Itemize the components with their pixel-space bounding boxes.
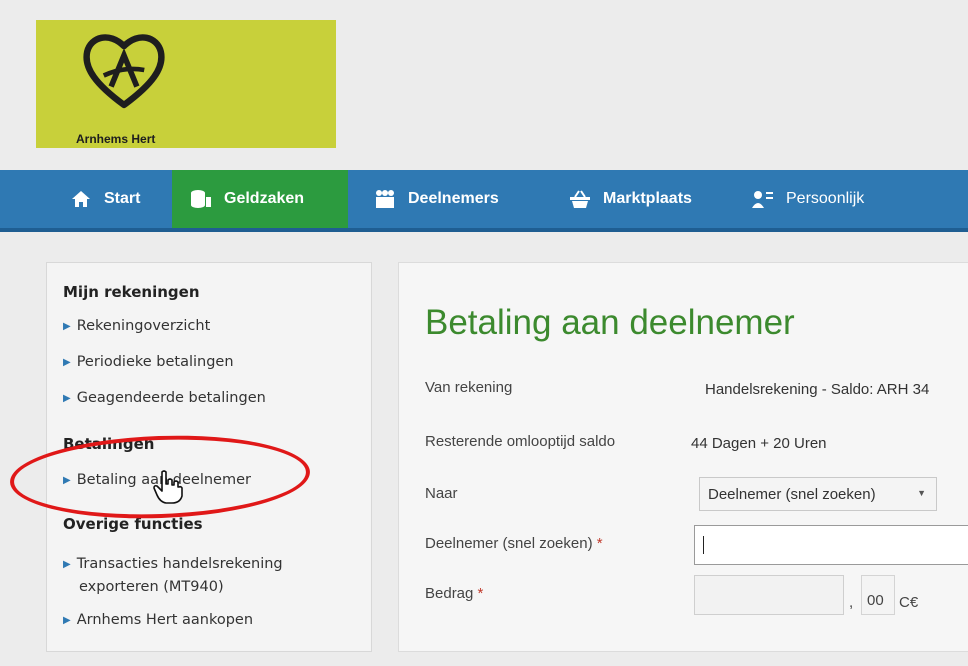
user-list-icon (752, 189, 774, 209)
nav-marktplaats-label: Marktplaats (603, 190, 692, 207)
triangle-right-icon: ▶ (63, 357, 71, 368)
brand-logo[interactable]: Arnhems Hert (36, 20, 336, 148)
bedrag-input[interactable] (694, 575, 844, 615)
currency-label: C€ (899, 594, 919, 611)
label-van-rekening: Van rekening (425, 379, 513, 396)
decimal-separator: , (849, 594, 854, 611)
naar-select[interactable]: Deelnemer (snel zoeken) ▼ (699, 477, 937, 511)
sidebar-link-transacties-exporteren[interactable]: ▶ Transacties handelsrekening exporteren … (63, 553, 283, 598)
sidebar-link-rekeningoverzicht[interactable]: ▶ Rekeningoverzicht (63, 315, 210, 338)
triangle-right-icon: ▶ (63, 615, 71, 626)
heart-logo-icon (83, 34, 165, 109)
people-icon (374, 189, 396, 209)
nav-persoonlijk[interactable]: Persoonlijk (738, 170, 938, 228)
nav-geldzaken-label: Geldzaken (224, 190, 305, 207)
nav-start[interactable]: Start (36, 170, 172, 228)
value-resterende-omlooptijd: 44 Dagen + 20 Uren (691, 435, 827, 452)
nav-geldzaken[interactable]: Geldzaken (172, 170, 348, 228)
logo-text: Arnhems Hert (76, 132, 156, 146)
main-nav: Start Geldzaken Deelnemers Marktplaats P… (0, 170, 968, 232)
coins-icon (190, 189, 212, 209)
label-deelnemer-text: Deelnemer (snel zoeken) (425, 535, 593, 552)
required-mark: * (477, 585, 484, 602)
sidebar-link-label: Arnhems Hert aankopen (76, 612, 254, 628)
caret-down-icon: ▼ (917, 488, 926, 498)
label-naar: Naar (425, 485, 458, 502)
nav-deelnemers[interactable]: Deelnemers (360, 170, 540, 228)
main-panel: Betaling aan deelnemer Van rekening Hand… (398, 262, 968, 652)
triangle-right-icon: ▶ (63, 559, 71, 570)
nav-deelnemers-label: Deelnemers (408, 190, 499, 207)
naar-select-value: Deelnemer (snel zoeken) (708, 486, 876, 503)
sidebar-link-label: Periodieke betalingen (76, 354, 234, 370)
deelnemer-search-input[interactable] (694, 525, 968, 565)
basket-icon (569, 189, 591, 209)
cents-input[interactable]: 00 (861, 575, 895, 615)
sidebar-heading-mijn-rekeningen: Mijn rekeningen (63, 283, 200, 301)
home-icon (70, 189, 92, 209)
label-bedrag: Bedrag * (425, 585, 483, 602)
label-resterende-omlooptijd: Resterende omlooptijd saldo (425, 433, 616, 450)
page-title: Betaling aan deelnemer (425, 303, 795, 342)
sidebar-link-label: Transacties handelsrekening (76, 556, 283, 572)
sidebar-link-label-cont: exporteren (MT940) (79, 579, 224, 595)
sidebar-link-label: Rekeningoverzicht (76, 318, 211, 334)
sidebar-link-arnhems-hert-aankopen[interactable]: ▶ Arnhems Hert aankopen (63, 609, 253, 632)
sidebar-link-periodieke-betalingen[interactable]: ▶ Periodieke betalingen (63, 351, 234, 374)
value-van-rekening: Handelsrekening - Saldo: ARH 34 (705, 381, 930, 398)
label-bedrag-text: Bedrag (425, 585, 474, 602)
label-deelnemer: Deelnemer (snel zoeken) * (425, 535, 603, 552)
sidebar-link-label: Geagendeerde betalingen (76, 390, 266, 406)
required-mark: * (596, 535, 603, 552)
text-cursor (703, 536, 704, 554)
nav-marktplaats[interactable]: Marktplaats (555, 170, 735, 228)
nav-start-label: Start (104, 190, 141, 207)
triangle-right-icon: ▶ (63, 321, 71, 332)
nav-persoonlijk-label: Persoonlijk (786, 190, 865, 207)
sidebar-link-geagendeerde-betalingen[interactable]: ▶ Geagendeerde betalingen (63, 387, 266, 410)
triangle-right-icon: ▶ (63, 393, 71, 404)
hand-pointer-icon (153, 470, 183, 504)
